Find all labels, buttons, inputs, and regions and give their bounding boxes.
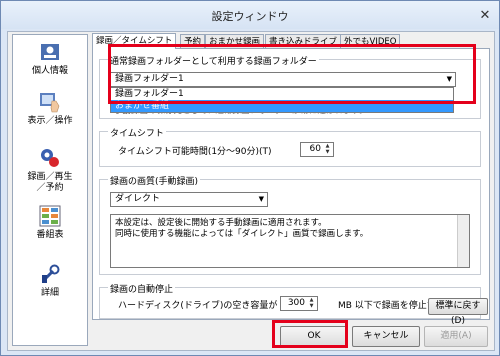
cancel-button[interactable]: キャンセル (352, 326, 420, 347)
tab-write-drive[interactable]: 書き込みドライブ (265, 34, 342, 49)
folder-dropdown-list: 録画フォルダー1 おまかせ番組 (110, 87, 454, 113)
quality-description-line1: 本設定は、設定後に開始する手動録画に適用されます。 (115, 218, 327, 228)
dropdown-option-omakase[interactable]: おまかせ番組 (111, 100, 453, 112)
quality-description: 本設定は、設定後に開始する手動録画に適用されます。 同時に使用する機能によっては… (110, 214, 470, 268)
autostop-group-title: 録画の自動停止 (108, 282, 176, 295)
restore-defaults-button[interactable]: 標準に戻す(D) (428, 298, 488, 326)
ok-button[interactable]: OK (280, 326, 348, 347)
quality-description-line2: 同時に使用する機能によっては「ダイレクト」画質で録画します。 (115, 229, 369, 239)
program-grid-icon (39, 205, 61, 227)
record-play-icon (39, 147, 61, 169)
autostop-group: 録画の自動停止 ハードディスク(ドライブ)の空き容量が 300 ▲ ▼ MB 以下… (99, 282, 481, 319)
close-icon[interactable]: ✕ (477, 7, 493, 23)
tab-record-timeshift[interactable]: 録画／タイムシフト (92, 33, 177, 49)
title-bar[interactable]: 設定ウィンドウ ✕ (1, 1, 499, 29)
dropdown-option-folder1[interactable]: 録画フォルダー1 (111, 88, 453, 100)
quality-group-title: 録画の画質(手動録画) (108, 174, 201, 187)
tab-auto-record[interactable]: おまかせ録画 (205, 34, 265, 49)
chevron-down-icon: ▼ (446, 75, 452, 83)
sidebar-item-display[interactable]: 表示／操作 (13, 91, 87, 127)
folder-group-title: 通常録画フォルダーとして利用する録画フォルダー (108, 54, 319, 67)
folder-group: 通常録画フォルダーとして利用する録画フォルダー 録画フォルダー1 ▼ 録画フォル… (99, 54, 481, 119)
settings-window: 設定ウィンドウ ✕ 個人情報 表示／操作 録画／再生 ／予約 番組表 詳細 録画… (0, 0, 500, 356)
display-hand-icon (39, 91, 61, 113)
timeshift-label: タイムシフト可能時間(1分～90分)(T) (118, 147, 272, 157)
sidebar-item-personal[interactable]: 個人情報 (13, 41, 87, 77)
timeshift-group: タイムシフト タイムシフト可能時間(1分～90分)(T) 60 ▲ ▼ (99, 126, 481, 167)
apply-button[interactable]: 適用(A) (424, 326, 488, 347)
quality-group: 録画の画質(手動録画) ダイレクト ▼ 本設定は、設定後に開始する手動録画に適用… (99, 174, 481, 275)
sidebar-item-record[interactable]: 録画／再生 ／予約 (13, 147, 87, 194)
person-card-icon (39, 41, 61, 63)
window-title: 設定ウィンドウ (211, 10, 289, 23)
spin-updown-icon[interactable]: ▲ ▼ (323, 143, 332, 156)
folder-select[interactable]: 録画フォルダー1 ▼ (110, 72, 456, 87)
chevron-down-icon: ▼ (258, 195, 264, 203)
timeshift-value: 60 (309, 144, 321, 154)
sidebar-item-program[interactable]: 番組表 (13, 205, 87, 241)
spin-updown-icon[interactable]: ▲ ▼ (307, 297, 316, 310)
category-sidebar: 個人情報 表示／操作 録画／再生 ／予約 番組表 詳細 (12, 34, 88, 346)
autostop-value: 300 (287, 298, 305, 308)
tab-outside-video[interactable]: 外でもVIDEO (340, 34, 401, 49)
client-area: 個人情報 表示／操作 録画／再生 ／予約 番組表 詳細 録画／タイムシフト 予約… (7, 31, 495, 351)
tab-content-panel: 通常録画フォルダーとして利用する録画フォルダー 録画フォルダー1 ▼ 録画フォル… (92, 48, 490, 320)
wrench-detail-icon (39, 263, 61, 285)
timeshift-group-title: タイムシフト (108, 126, 166, 139)
folder-select-value: 録画フォルダー1 (115, 74, 184, 84)
tab-reservation[interactable]: 予約 (180, 34, 206, 49)
autostop-stepper[interactable]: 300 ▲ ▼ (280, 296, 318, 311)
scrollbar[interactable] (457, 215, 469, 267)
autostop-label: ハードディスク(ドライブ)の空き容量が (118, 301, 278, 311)
timeshift-stepper[interactable]: 60 ▲ ▼ (300, 142, 334, 157)
quality-select[interactable]: ダイレクト ▼ (110, 192, 268, 207)
sidebar-item-detail[interactable]: 詳細 (13, 263, 87, 299)
quality-select-value: ダイレクト (115, 194, 161, 204)
